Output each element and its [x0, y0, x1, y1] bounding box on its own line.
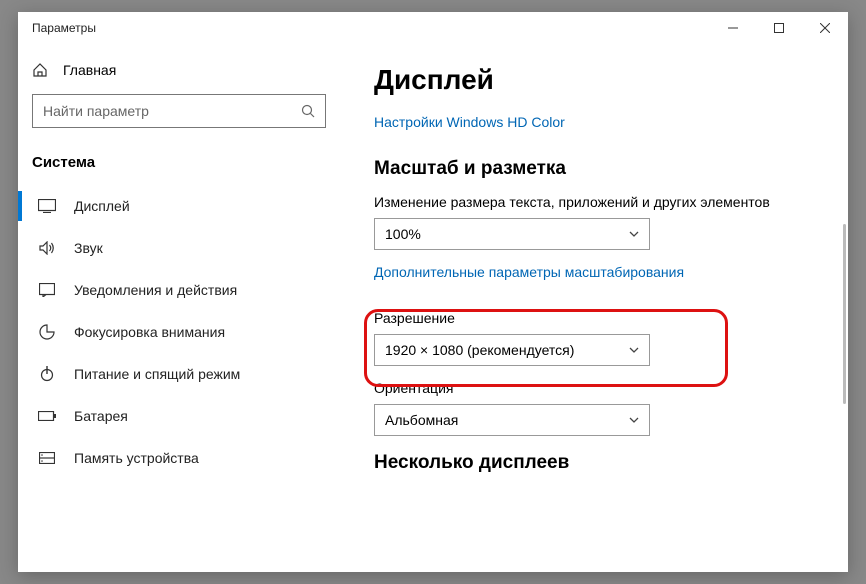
content-area: Главная Найти параметр Система Дисплей	[18, 44, 848, 572]
maximize-icon	[774, 23, 784, 33]
advanced-scaling-link[interactable]: Дополнительные параметры масштабирования	[374, 264, 684, 280]
sidebar-item-label: Дисплей	[74, 198, 130, 214]
chevron-down-icon	[629, 231, 639, 237]
search-icon	[301, 104, 315, 118]
hd-color-link[interactable]: Настройки Windows HD Color	[374, 114, 565, 130]
settings-window: Параметры Главная Найти параметр	[18, 12, 848, 572]
search-input[interactable]: Найти параметр	[32, 94, 326, 128]
orientation-label: Ориентация	[374, 380, 814, 396]
chevron-down-icon	[629, 417, 639, 423]
sidebar-item-label: Уведомления и действия	[74, 282, 237, 298]
sidebar-item-power[interactable]: Питание и спящий режим	[18, 353, 340, 395]
home-icon	[32, 62, 48, 78]
scale-dropdown[interactable]: 100%	[374, 218, 650, 250]
sidebar-item-storage[interactable]: Память устройства	[18, 437, 340, 479]
home-label: Главная	[63, 62, 116, 78]
scrollbar[interactable]	[843, 224, 846, 404]
orientation-value: Альбомная	[385, 412, 458, 428]
sidebar-item-display[interactable]: Дисплей	[18, 185, 340, 227]
titlebar: Параметры	[18, 12, 848, 44]
scale-value: 100%	[385, 226, 421, 242]
display-icon	[38, 199, 56, 213]
resolution-value: 1920 × 1080 (рекомендуется)	[385, 342, 574, 358]
sidebar-item-label: Батарея	[74, 408, 128, 424]
sidebar-item-label: Звук	[74, 240, 103, 256]
window-title: Параметры	[32, 21, 96, 35]
nav-list: Дисплей Звук Уведомления и действия	[18, 185, 340, 479]
sidebar-item-notifications[interactable]: Уведомления и действия	[18, 269, 340, 311]
sidebar-item-sound[interactable]: Звук	[18, 227, 340, 269]
chevron-down-icon	[629, 347, 639, 353]
minimize-icon	[728, 23, 738, 33]
close-button[interactable]	[802, 12, 848, 44]
sidebar-item-label: Питание и спящий режим	[74, 366, 240, 382]
home-link[interactable]: Главная	[18, 56, 340, 88]
main-panel: Дисплей Настройки Windows HD Color Масшт…	[340, 44, 848, 572]
sidebar-section-label: Система	[18, 136, 340, 179]
storage-icon	[38, 452, 56, 464]
sound-icon	[38, 241, 56, 255]
scale-heading: Масштаб и разметка	[374, 158, 814, 180]
close-icon	[820, 23, 830, 33]
focus-icon	[38, 324, 56, 340]
sidebar-item-battery[interactable]: Батарея	[18, 395, 340, 437]
sidebar-item-label: Память устройства	[74, 450, 199, 466]
power-icon	[38, 366, 56, 382]
maximize-button[interactable]	[756, 12, 802, 44]
notifications-icon	[38, 283, 56, 297]
sidebar: Главная Найти параметр Система Дисплей	[18, 44, 340, 572]
minimize-button[interactable]	[710, 12, 756, 44]
page-title: Дисплей	[374, 64, 814, 96]
resolution-dropdown[interactable]: 1920 × 1080 (рекомендуется)	[374, 334, 650, 366]
window-controls	[710, 12, 848, 44]
orientation-dropdown[interactable]: Альбомная	[374, 404, 650, 436]
scale-label: Изменение размера текста, приложений и д…	[374, 194, 814, 210]
sidebar-item-label: Фокусировка внимания	[74, 324, 225, 340]
resolution-label: Разрешение	[374, 310, 814, 326]
battery-icon	[38, 411, 56, 421]
search-placeholder: Найти параметр	[43, 103, 149, 119]
sidebar-item-focus[interactable]: Фокусировка внимания	[18, 311, 340, 353]
multi-display-heading: Несколько дисплеев	[374, 452, 814, 474]
